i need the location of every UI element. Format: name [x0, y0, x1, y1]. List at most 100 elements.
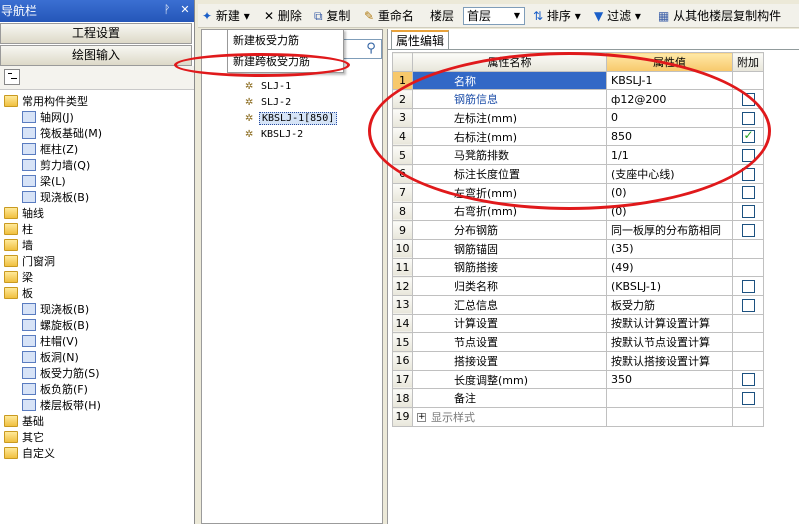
- tree-category[interactable]: 自定义: [0, 446, 194, 462]
- tree-category[interactable]: 常用构件类型: [0, 94, 194, 110]
- extra-cell: [732, 220, 764, 240]
- folder-icon: [4, 271, 18, 283]
- extra-checkbox[interactable]: [741, 279, 755, 293]
- filter-button[interactable]: ▼ 过滤 ▾: [594, 7, 641, 25]
- tree-label: 筏板基础(M): [40, 127, 103, 140]
- property-value[interactable]: (KBSLJ-1): [606, 276, 733, 296]
- extra-checkbox[interactable]: [741, 205, 755, 219]
- extra-checkbox[interactable]: [741, 186, 755, 200]
- tab-property-edit[interactable]: 属性编辑: [391, 30, 449, 50]
- project-settings-button[interactable]: 工程设置: [0, 23, 192, 44]
- tree-label: 板: [22, 287, 33, 300]
- floor-select[interactable]: 首层 ▼: [463, 7, 525, 25]
- tree-label: 常用构件类型: [22, 95, 88, 108]
- table-row[interactable]: 17 长度调整(mm) 350: [392, 369, 764, 390]
- tree-category[interactable]: 梁: [0, 270, 194, 286]
- table-row[interactable]: 11 钢筋搭接 (49): [392, 257, 764, 278]
- tree-item[interactable]: 框柱(Z): [0, 142, 194, 158]
- header-extra: 附加: [732, 52, 764, 72]
- tree-category[interactable]: 板: [0, 286, 194, 302]
- beam-icon: [22, 175, 36, 187]
- property-value[interactable]: 同一板厚的分布筋相同: [606, 220, 733, 240]
- tree-item[interactable]: 现浇板(B): [0, 190, 194, 206]
- property-name: 计算设置: [412, 313, 607, 334]
- tree-item[interactable]: 板受力筋(S): [0, 366, 194, 382]
- filter-label: 过滤: [607, 9, 632, 23]
- list-item[interactable]: ✲ SLJ-2: [245, 95, 293, 111]
- tree-category[interactable]: 其它: [0, 430, 194, 446]
- table-row[interactable]: 13 汇总信息 板受力筋: [392, 294, 764, 315]
- tree-item[interactable]: 楼层板带(H): [0, 398, 194, 414]
- table-row[interactable]: 19 + 显示样式: [392, 407, 764, 427]
- table-row[interactable]: 14 计算设置 按默认计算设置计算: [392, 313, 764, 334]
- folder-icon: [4, 223, 18, 235]
- tree-item[interactable]: 柱帽(V): [0, 334, 194, 350]
- drawing-input-button[interactable]: 绘图输入: [0, 45, 192, 66]
- table-row[interactable]: 16 搭接设置 按默认搭接设置计算: [392, 351, 764, 371]
- nav-title-bar: 导航栏 ᚹ ✕: [0, 0, 194, 22]
- tree-item[interactable]: 梁(L): [0, 174, 194, 190]
- copy-from-floor-button[interactable]: ▦ 从其他楼层复制构件: [658, 7, 781, 25]
- expand-icon[interactable]: +: [417, 413, 426, 423]
- extra-checkbox[interactable]: [741, 373, 755, 387]
- new-button[interactable]: ✦ 新建 ▾: [202, 7, 250, 25]
- floor-value: 首层: [467, 9, 492, 23]
- property-value[interactable]: 板受力筋: [606, 294, 733, 315]
- tree-label: 梁: [22, 271, 33, 284]
- tree-category[interactable]: 基础: [0, 414, 194, 430]
- property-value[interactable]: (35): [606, 238, 733, 259]
- slab-hole-icon: [22, 351, 36, 363]
- tree-item[interactable]: 板洞(N): [0, 350, 194, 366]
- collapse-tree-icon[interactable]: [4, 69, 20, 85]
- navigation-panel: 导航栏 ᚹ ✕ 工程设置 绘图输入 常用构件类型轴网(J) 筏板基础(M) 框柱(Z…: [0, 0, 195, 524]
- property-value[interactable]: 按默认搭接设置计算: [606, 351, 733, 371]
- menu-item-new-slab-rebar[interactable]: 新建板受力筋: [228, 30, 343, 51]
- table-row[interactable]: 15 节点设置 按默认节点设置计算: [392, 332, 764, 352]
- list-item-selected[interactable]: ✲ KBSLJ-1[850]: [245, 111, 338, 127]
- table-row[interactable]: 12 归类名称 (KBSLJ-1): [392, 276, 764, 296]
- tree-item[interactable]: 螺旋板(B): [0, 318, 194, 334]
- tree-category[interactable]: 轴线: [0, 206, 194, 222]
- tree-item[interactable]: 剪力墙(Q): [0, 158, 194, 174]
- table-row[interactable]: 9 分布钢筋 同一板厚的分布筋相同: [392, 220, 764, 240]
- property-value[interactable]: [606, 388, 733, 409]
- delete-button[interactable]: ✕ 删除: [264, 7, 302, 25]
- property-value[interactable]: 按默认计算设置计算: [606, 313, 733, 334]
- table-row[interactable]: 10 钢筋锚固 (35): [392, 238, 764, 259]
- property-value[interactable]: [606, 407, 733, 427]
- list-item[interactable]: ✲ SLJ-1: [245, 79, 293, 95]
- tree-item[interactable]: 筏板基础(M): [0, 126, 194, 142]
- list-item[interactable]: ✲ KBSLJ-2: [245, 127, 305, 143]
- copy-floor-icon: ▦: [658, 9, 670, 23]
- chevron-down-icon: ▼: [513, 11, 521, 20]
- tree-category[interactable]: 门窗洞: [0, 254, 194, 270]
- pin-icon[interactable]: ᚹ: [160, 3, 174, 17]
- extra-cell: [732, 351, 764, 371]
- folder-icon: [4, 415, 18, 427]
- tree-category[interactable]: 墙: [0, 238, 194, 254]
- search-icon[interactable]: ⚲: [360, 39, 382, 59]
- extra-checkbox[interactable]: [741, 298, 755, 312]
- copy-button[interactable]: ⧉ 复制: [314, 7, 350, 25]
- property-value[interactable]: 350: [606, 369, 733, 390]
- folder-icon: [4, 95, 18, 107]
- extra-checkbox[interactable]: [741, 391, 755, 405]
- copy-label: 复制: [326, 9, 351, 23]
- header-corner: [392, 52, 413, 72]
- row-number: 9: [392, 220, 413, 240]
- extra-checkbox[interactable]: [741, 223, 755, 237]
- table-row[interactable]: 18 备注: [392, 388, 764, 409]
- tree-item[interactable]: 板负筋(F): [0, 382, 194, 398]
- close-icon[interactable]: ✕: [178, 3, 192, 17]
- property-name: 分布钢筋: [412, 220, 607, 240]
- property-value[interactable]: (49): [606, 257, 733, 278]
- extra-cell: [732, 238, 764, 259]
- gear-icon: ✲: [245, 81, 254, 92]
- tree-item[interactable]: 轴网(J): [0, 110, 194, 126]
- tree-category[interactable]: 柱: [0, 222, 194, 238]
- tree-label: 板负筋(F): [40, 383, 88, 396]
- property-value[interactable]: 按默认节点设置计算: [606, 332, 733, 352]
- rename-button[interactable]: ✎ 重命名: [364, 7, 414, 25]
- tree-item[interactable]: 现浇板(B): [0, 302, 194, 318]
- sort-button[interactable]: ⇅ 排序 ▾: [533, 7, 581, 25]
